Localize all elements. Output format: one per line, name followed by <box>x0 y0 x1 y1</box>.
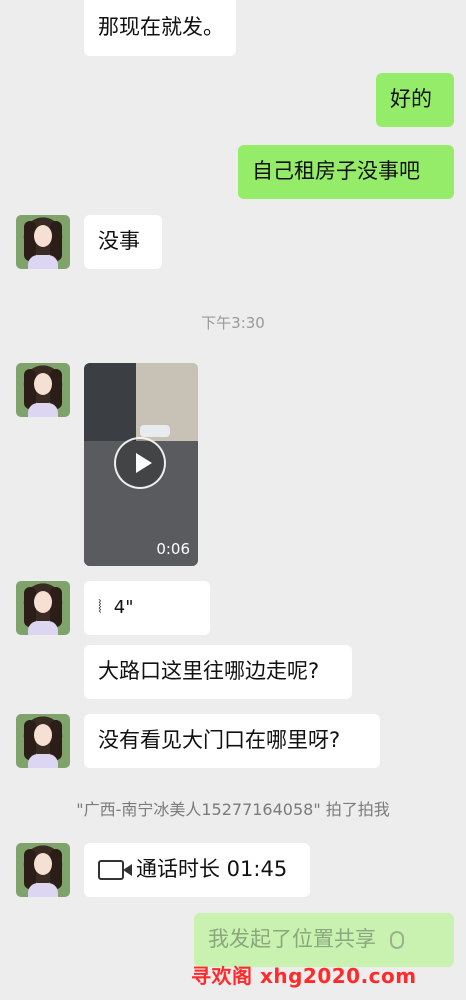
contact-avatar[interactable] <box>16 843 70 897</box>
message-bubble[interactable]: 没有看见大门口在哪里呀? <box>84 714 380 768</box>
time-divider: 下午3:30 <box>201 314 265 332</box>
voice-wave-icon: ⦚ <box>98 597 102 619</box>
call-duration-text: 通话时长 01:45 <box>136 857 288 882</box>
message-bubble[interactable]: 大路口这里往哪边走呢? <box>84 645 352 699</box>
message-bubble[interactable]: 没事 <box>84 215 162 269</box>
video-message[interactable]: 0:06 <box>84 363 198 566</box>
system-pat-notice: "广西-南宁冰美人15277164058" 拍了拍我 <box>76 800 390 819</box>
message-text: 大路口这里往哪边走呢? <box>98 659 320 684</box>
contact-avatar[interactable] <box>16 581 70 635</box>
message-text: 好的 <box>390 87 432 112</box>
watermark-text: 寻欢阁 xhg2020.com <box>191 964 417 988</box>
video-call-icon <box>98 860 132 880</box>
location-share-bubble[interactable]: 我发起了位置共享 <box>194 913 454 967</box>
message-text: 那现在就发。 <box>98 15 224 40</box>
call-record-bubble[interactable]: 通话时长 01:45 <box>84 843 310 897</box>
location-pin-icon <box>390 931 404 949</box>
video-play-icon[interactable] <box>114 437 166 489</box>
message-bubble-self[interactable]: 好的 <box>376 73 454 127</box>
contact-avatar[interactable] <box>16 215 70 269</box>
message-bubble-self[interactable]: 自己租房子没事吧 <box>238 145 454 199</box>
video-duration: 0:06 <box>156 540 190 558</box>
voice-duration: 4" <box>113 597 134 619</box>
message-text: 没有看见大门口在哪里呀? <box>98 728 341 753</box>
message-bubble[interactable]: 那现在就发。 <box>84 0 236 56</box>
voice-message[interactable]: ⦚ 4" <box>84 581 210 635</box>
message-text: 我发起了位置共享 <box>208 927 376 952</box>
message-text: 没事 <box>98 229 140 254</box>
contact-avatar[interactable] <box>16 714 70 768</box>
contact-avatar[interactable] <box>16 363 70 417</box>
message-text: 自己租房子没事吧 <box>252 159 420 184</box>
